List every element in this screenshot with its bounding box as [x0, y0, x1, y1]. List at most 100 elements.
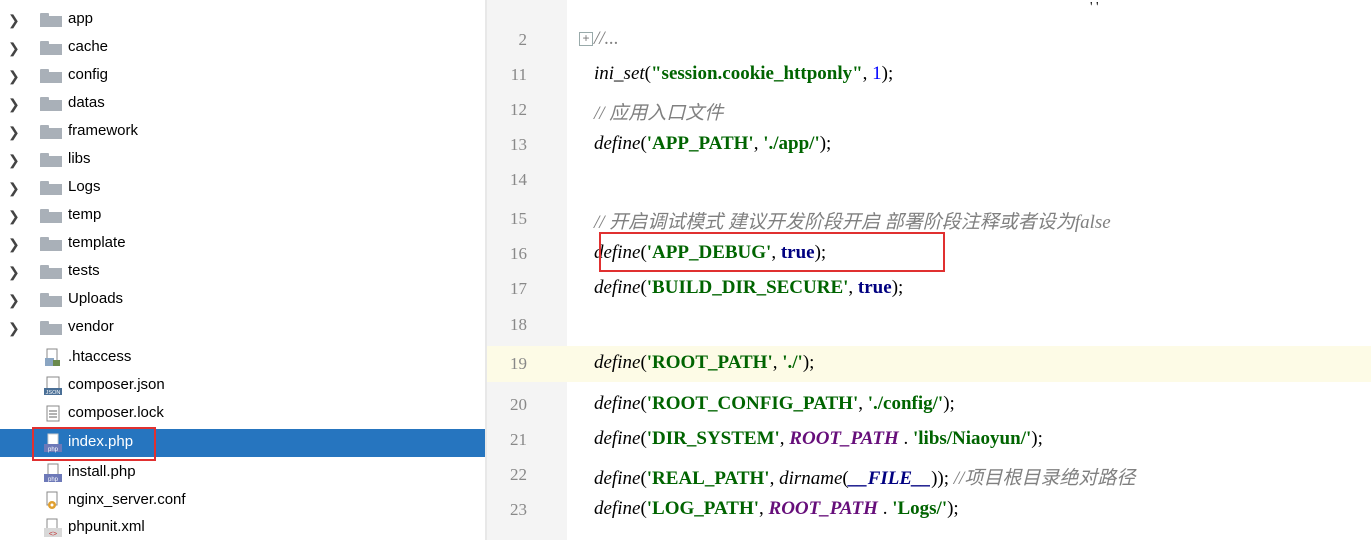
code-function: define [594, 352, 641, 373]
chevron-right-icon[interactable]: ❯ [8, 180, 22, 196]
code-string: 'LOG_PATH' [646, 498, 760, 519]
folder-icon [40, 293, 62, 307]
line-number: 14 [510, 170, 527, 189]
code-line-current[interactable]: 19 define('ROOT_PATH', './'); [487, 346, 1371, 382]
tree-folder-vendor[interactable]: ❯ vendor [0, 314, 485, 342]
text-file-icon [44, 404, 62, 424]
tree-item-label: app [68, 10, 94, 27]
code-line[interactable]: 13 define('APP_PATH', './app/'); [487, 131, 1371, 159]
tree-folder-cache[interactable]: ❯ cache [0, 34, 485, 62]
chevron-right-icon[interactable]: ❯ [8, 68, 22, 84]
code-line[interactable]: 14 [487, 166, 1371, 194]
tree-file-composer-json[interactable]: JSON composer.json [0, 372, 485, 400]
code-text: define('REAL_PATH', dirname(__FILE__)); … [594, 468, 1136, 489]
chevron-right-icon[interactable]: ❯ [8, 96, 22, 112]
chevron-right-icon[interactable]: ❯ [8, 208, 22, 224]
code-text: define('ROOT_CONFIG_PATH', './config/'); [594, 393, 955, 414]
line-number: 13 [510, 135, 527, 154]
fold-expand-icon[interactable]: + [579, 32, 593, 46]
tree-folder-app[interactable]: ❯ app [0, 6, 485, 34]
tree-item-label: libs [68, 150, 91, 167]
code-function: define [594, 468, 641, 489]
chevron-right-icon[interactable]: ❯ [8, 264, 22, 280]
htaccess-icon [44, 348, 62, 368]
code-line[interactable]: 11 ini_set("session.cookie_httponly", 1)… [487, 61, 1371, 89]
code-line[interactable]: 12 // 应用入口文件 [487, 96, 1371, 124]
code-text: define('DIR_SYSTEM', ROOT_PATH . 'libs/N… [594, 428, 1043, 449]
tree-folder-tests[interactable]: ❯ tests [0, 258, 485, 286]
tree-folder-temp[interactable]: ❯ temp [0, 202, 485, 230]
line-number: 2 [518, 30, 528, 49]
tree-folder-logs[interactable]: ❯ Logs [0, 174, 485, 202]
highlight-box [32, 427, 156, 461]
code-string: 'BUILD_DIR_SECURE' [646, 277, 849, 298]
code-function: define [594, 277, 641, 298]
chevron-right-icon[interactable]: ❯ [8, 40, 22, 56]
line-number: 12 [510, 100, 527, 119]
chevron-right-icon[interactable]: ❯ [8, 292, 22, 308]
svg-text:<>: <> [49, 531, 57, 538]
code-string: './config/' [867, 393, 944, 414]
tree-file-install-php[interactable]: php install.php [0, 459, 485, 487]
tree-folder-datas[interactable]: ❯ datas [0, 90, 485, 118]
tree-file-composer-lock[interactable]: composer.lock [0, 400, 485, 428]
tree-folder-uploads[interactable]: ❯ Uploads [0, 286, 485, 314]
tree-folder-config[interactable]: ❯ config [0, 62, 485, 90]
code-constant: ROOT_PATH [768, 498, 878, 519]
code-line[interactable]: 2 + //... [487, 26, 1371, 54]
chevron-right-icon[interactable]: ❯ [8, 124, 22, 140]
conf-file-icon [44, 491, 62, 511]
svg-text:JSON: JSON [46, 390, 61, 396]
folder-icon [40, 13, 62, 27]
code-function: define [594, 133, 641, 154]
code-line[interactable]: 15 // 开启调试模式 建议开发阶段开启 部署阶段注释或者设为false [487, 205, 1371, 233]
code-number: 1 [872, 63, 882, 84]
code-line[interactable]: 18 [487, 311, 1371, 339]
folder-icon [40, 41, 62, 55]
chevron-right-icon[interactable]: ❯ [8, 12, 22, 28]
tree-item-label: cache [68, 38, 109, 55]
tree-item-label: tests [68, 262, 100, 279]
tree-folder-template[interactable]: ❯ template [0, 230, 485, 258]
tree-file-phpunit-xml[interactable]: <> phpunit.xml [0, 514, 485, 542]
code-string: 'ROOT_CONFIG_PATH' [646, 393, 859, 414]
folder-icon [40, 265, 62, 279]
code-function: ini_set [594, 63, 645, 84]
code-keyword: true [857, 277, 892, 298]
code-editor[interactable]: ' ' 2 + //... 11 ini_set("session.cookie… [487, 0, 1371, 540]
code-string: './' [782, 352, 803, 373]
code-text: //... [594, 28, 619, 50]
line-number: 19 [510, 354, 527, 373]
tree-item-label: nginx_server.conf [68, 491, 186, 508]
tree-item-label: composer.json [68, 376, 165, 393]
code-string: 'DIR_SYSTEM' [646, 428, 780, 449]
php-file-icon: php [44, 463, 62, 483]
code-string: 'REAL_PATH' [646, 468, 770, 489]
code-text: ini_set("session.cookie_httponly", 1); [594, 63, 894, 84]
line-number: 20 [510, 395, 527, 414]
tree-item-label: datas [68, 94, 105, 111]
code-function: define [594, 428, 641, 449]
xml-file-icon: <> [44, 518, 62, 538]
line-number: 22 [510, 465, 527, 484]
code-magic-constant: __FILE__ [848, 468, 932, 489]
code-line[interactable]: 23 define('LOG_PATH', ROOT_PATH . 'Logs/… [487, 496, 1371, 524]
chevron-right-icon[interactable]: ❯ [8, 236, 22, 252]
code-string: './app/' [763, 133, 820, 154]
tree-file-nginx-server-conf[interactable]: nginx_server.conf [0, 487, 485, 515]
code-line[interactable]: 22 define('REAL_PATH', dirname(__FILE__)… [487, 461, 1371, 489]
folder-icon [40, 69, 62, 83]
chevron-right-icon[interactable]: ❯ [8, 320, 22, 336]
code-fragment: ' ' [1090, 0, 1099, 15]
folder-icon [40, 153, 62, 167]
code-line[interactable]: 17 define('BUILD_DIR_SECURE', true); [487, 275, 1371, 303]
tree-item-label: Logs [68, 178, 101, 195]
tree-file-htaccess[interactable]: .htaccess [0, 344, 485, 372]
code-line[interactable]: 20 define('ROOT_CONFIG_PATH', './config/… [487, 391, 1371, 419]
code-comment: // 开启调试模式 建议开发阶段开启 部署阶段注释或者设为false [594, 212, 1111, 233]
tree-folder-framework[interactable]: ❯ framework [0, 118, 485, 146]
chevron-right-icon[interactable]: ❯ [8, 152, 22, 168]
code-comment: //项目根目录绝对路径 [953, 468, 1136, 489]
tree-folder-libs[interactable]: ❯ libs [0, 146, 485, 174]
code-line[interactable]: 21 define('DIR_SYSTEM', ROOT_PATH . 'lib… [487, 426, 1371, 454]
